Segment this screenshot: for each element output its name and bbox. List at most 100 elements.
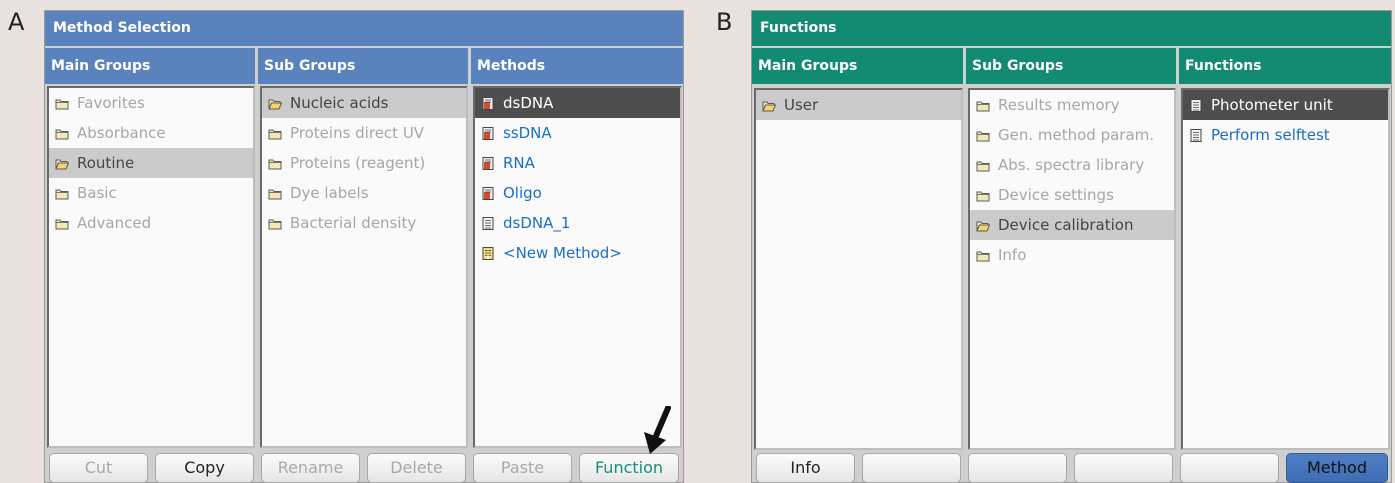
item-label: Photometer unit [1211, 96, 1333, 114]
item-label: <New Method> [503, 244, 622, 262]
method-doc-icon [482, 156, 494, 170]
main-groups-header: Main Groups [752, 48, 963, 84]
sub-group-item[interactable]: Gen. method param. [970, 120, 1174, 150]
folder-icon [976, 251, 990, 261]
sub-group-item-selected[interactable]: Device calibration [970, 210, 1174, 240]
item-label: dsDNA_1 [503, 214, 571, 232]
item-label: Proteins direct UV [290, 124, 425, 142]
main-groups-list[interactable]: User [754, 88, 963, 450]
method-button[interactable]: Method [1286, 453, 1388, 483]
main-group-item[interactable]: Favorites [49, 88, 253, 118]
sub-groups-header: Sub Groups [258, 48, 468, 84]
main-groups-list[interactable]: Favorites Absorbance Routine Basic Advan… [47, 86, 255, 448]
item-label: Routine [77, 154, 135, 172]
item-label: Results memory [998, 96, 1120, 114]
main-groups-header: Main Groups [45, 48, 255, 84]
item-label: Perform selftest [1211, 126, 1330, 144]
main-group-item[interactable]: Advanced [49, 208, 253, 238]
cut-button[interactable]: Cut [49, 453, 148, 483]
method-selection-window: Method Selection Main Groups Sub Groups … [44, 10, 684, 483]
document-icon [1190, 128, 1202, 142]
functions-list[interactable]: Photometer unit Perform selftest [1181, 88, 1390, 450]
method-doc-icon [482, 126, 494, 140]
panel-label-a: A [8, 8, 25, 36]
sub-group-item[interactable]: Device settings [970, 180, 1174, 210]
method-doc-icon [482, 96, 494, 110]
folder-open-icon [55, 159, 69, 169]
sub-groups-list[interactable]: Nucleic acids Proteins direct UV Protein… [260, 86, 468, 448]
item-label: Info [998, 246, 1027, 264]
item-label: Gen. method param. [998, 126, 1155, 144]
item-label: Proteins (reagent) [290, 154, 426, 172]
folder-icon [55, 189, 69, 199]
main-group-item[interactable]: Basic [49, 178, 253, 208]
item-label: Basic [77, 184, 117, 202]
new-document-icon [482, 246, 494, 260]
document-icon [482, 216, 494, 230]
folder-open-icon [762, 101, 776, 111]
item-label: RNA [503, 154, 535, 172]
info-button[interactable]: Info [756, 453, 855, 483]
folder-icon [268, 159, 282, 169]
main-group-item-selected[interactable]: User [756, 90, 961, 120]
empty-button-3[interactable] [968, 453, 1067, 483]
sub-group-item[interactable]: Results memory [970, 90, 1174, 120]
methods-list[interactable]: dsDNA ssDNA RNA Oligo dsDNA_1 <New Metho… [473, 86, 682, 448]
item-label: Dye labels [290, 184, 369, 202]
item-label: Abs. spectra library [998, 156, 1145, 174]
item-label: dsDNA [503, 94, 554, 112]
sub-groups-header: Sub Groups [966, 48, 1176, 84]
sub-groups-list[interactable]: Results memory Gen. method param. Abs. s… [968, 88, 1176, 450]
method-item[interactable]: Oligo [475, 178, 680, 208]
sub-group-item[interactable]: Proteins direct UV [262, 118, 466, 148]
folder-icon [976, 191, 990, 201]
methods-header: Methods [471, 48, 683, 84]
method-item-selected[interactable]: dsDNA [475, 88, 680, 118]
folder-open-icon [976, 221, 990, 231]
item-label: User [784, 96, 819, 114]
item-label: ssDNA [503, 124, 552, 142]
item-label: Nucleic acids [290, 94, 389, 112]
sub-group-item[interactable]: Dye labels [262, 178, 466, 208]
function-button[interactable]: Function [579, 453, 679, 483]
sub-group-item-selected[interactable]: Nucleic acids [262, 88, 466, 118]
folder-icon [268, 189, 282, 199]
folder-icon [55, 99, 69, 109]
method-item[interactable]: RNA [475, 148, 680, 178]
sub-group-item[interactable]: Abs. spectra library [970, 150, 1174, 180]
window-title: Method Selection [45, 11, 683, 46]
empty-button-2[interactable] [862, 453, 961, 483]
pointer-arrow-icon [644, 406, 671, 454]
item-label: Absorbance [77, 124, 166, 142]
item-label: Favorites [77, 94, 145, 112]
rename-button[interactable]: Rename [261, 453, 360, 483]
sub-group-item[interactable]: Bacterial density [262, 208, 466, 238]
empty-button-4[interactable] [1074, 453, 1173, 483]
main-group-item[interactable]: Absorbance [49, 118, 253, 148]
folder-icon [55, 129, 69, 139]
item-label: Advanced [77, 214, 152, 232]
folder-open-icon [268, 99, 282, 109]
delete-button[interactable]: Delete [367, 453, 466, 483]
method-doc-icon [482, 186, 494, 200]
new-method-item[interactable]: <New Method> [475, 238, 680, 268]
method-item[interactable]: ssDNA [475, 118, 680, 148]
function-item-selected[interactable]: Photometer unit [1183, 90, 1388, 120]
paste-button[interactable]: Paste [473, 453, 572, 483]
function-item[interactable]: Perform selftest [1183, 120, 1388, 150]
panel-label-b: B [716, 8, 733, 36]
main-group-item-selected[interactable]: Routine [49, 148, 253, 178]
empty-button-5[interactable] [1180, 453, 1279, 483]
method-item[interactable]: dsDNA_1 [475, 208, 680, 238]
functions-window: Functions Main Groups Sub Groups Functio… [751, 10, 1392, 483]
folder-icon [55, 219, 69, 229]
folder-icon [976, 101, 990, 111]
item-label: Device calibration [998, 216, 1134, 234]
folder-icon [268, 129, 282, 139]
window-title: Functions [752, 11, 1391, 46]
item-label: Device settings [998, 186, 1114, 204]
sub-group-item[interactable]: Proteins (reagent) [262, 148, 466, 178]
copy-button[interactable]: Copy [155, 453, 254, 483]
sub-group-item[interactable]: Info [970, 240, 1174, 270]
functions-header: Functions [1179, 48, 1391, 84]
